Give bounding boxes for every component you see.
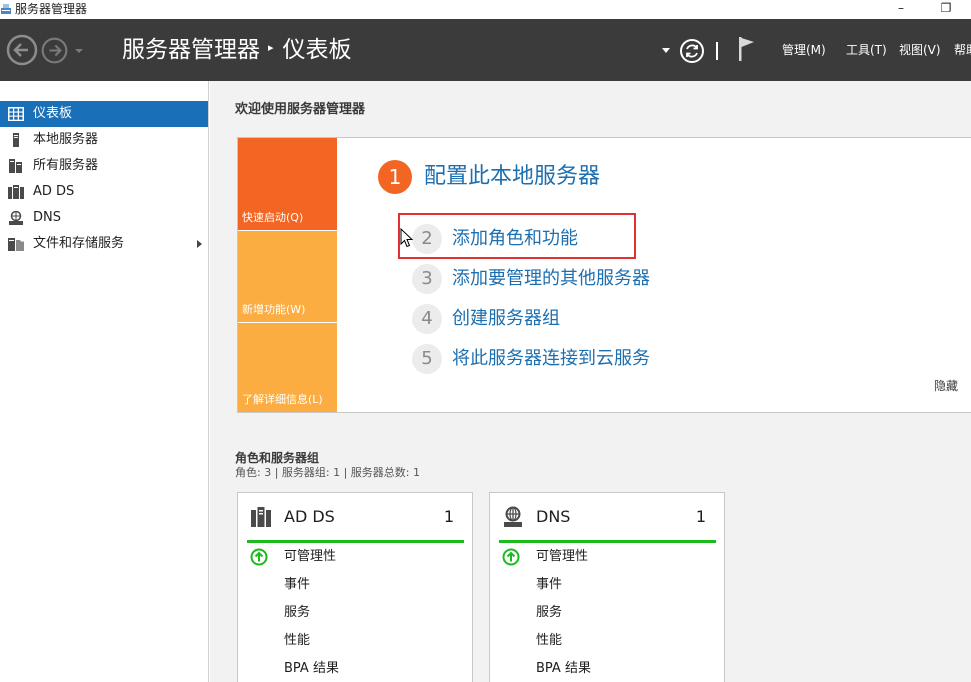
tab-label: 了解详细信息(L): [242, 393, 323, 406]
step-number: 5: [412, 344, 442, 374]
roles-section-title: 角色和服务器组: [235, 451, 320, 465]
sidebar-item-label: 本地服务器: [33, 132, 99, 147]
header-divider: [716, 42, 718, 60]
step-number: 3: [412, 264, 442, 294]
menu-manage[interactable]: 管理(M): [782, 42, 826, 58]
dns-icon: [9, 211, 23, 225]
hide-quick-start-link[interactable]: 隐藏: [934, 378, 958, 394]
tab-quick-start[interactable]: 快速启动(Q): [238, 138, 337, 230]
dns-icon: [504, 506, 522, 527]
configure-local-server-link[interactable]: 配置此本地服务器: [424, 162, 600, 192]
role-tile-dns[interactable]: DNS 1 可管理性 事件 服务 性能 BPA 结果: [489, 492, 725, 682]
sidebar: 仪表板 本地服务器 所有服务器 AD DS DNS 文件和存储服务: [0, 81, 209, 682]
server-manager-app-icon: [1, 4, 11, 14]
title-bar: 服务器管理器 – ❐: [0, 0, 971, 19]
ad-ds-icon: [251, 507, 271, 527]
menu-tools[interactable]: 工具(T): [846, 42, 887, 58]
breadcrumb-page: 仪表板: [282, 37, 352, 63]
dashboard-grid-icon: [8, 107, 24, 121]
tile-row-performance[interactable]: 性能: [284, 633, 310, 649]
window-title: 服务器管理器: [15, 2, 88, 16]
server-manager-window: 服务器管理器 – ❐ 服务器管理器 ▸ 仪表板 管理(M) 工具(T) 视图(V…: [0, 0, 971, 682]
expand-arrow-icon[interactable]: [197, 240, 202, 248]
refresh-icon[interactable]: [679, 38, 705, 64]
ad-ds-icon: [8, 185, 24, 199]
breadcrumb: 服务器管理器 ▸ 仪表板: [122, 35, 352, 66]
status-bar: [499, 540, 716, 543]
tile-count: 1: [695, 507, 706, 526]
forward-arrow-icon[interactable]: [41, 37, 68, 64]
server-icon: [13, 133, 19, 147]
sidebar-item-label: 仪表板: [33, 106, 73, 121]
role-tile-ad-ds[interactable]: AD DS 1 可管理性 事件 服务 性能 BPA 结果: [237, 492, 473, 682]
welcome-title: 欢迎使用服务器管理器: [235, 102, 366, 117]
tile-name: DNS: [536, 507, 571, 526]
sidebar-item-label: 所有服务器: [33, 158, 99, 173]
tile-row-bpa[interactable]: BPA 结果: [536, 661, 591, 677]
tab-label: 快速启动(Q): [242, 211, 304, 224]
sidebar-item-local-server[interactable]: 本地服务器: [0, 127, 208, 153]
refresh-dropdown-icon[interactable]: [662, 48, 670, 54]
minimize-button[interactable]: –: [886, 0, 916, 19]
servers-icon: [9, 159, 22, 173]
add-servers-link[interactable]: 添加要管理的其他服务器: [452, 266, 650, 292]
status-bar: [247, 540, 464, 543]
back-arrow-icon[interactable]: [6, 34, 38, 66]
sidebar-item-label: 文件和存储服务: [33, 236, 125, 251]
sidebar-item-all-servers[interactable]: 所有服务器: [0, 153, 208, 179]
highlight-annotation-box: [398, 213, 636, 259]
tab-learn-more[interactable]: 了解详细信息(L): [238, 323, 337, 412]
quick-start-panel: 快速启动(Q) 新增功能(W) 了解详细信息(L) 1 配置此本地服务器 2 添…: [237, 137, 971, 413]
sidebar-item-label: DNS: [33, 210, 61, 225]
restore-button[interactable]: ❐: [931, 0, 961, 19]
sidebar-item-dns[interactable]: DNS: [0, 205, 208, 231]
breadcrumb-separator-icon: ▸: [268, 40, 274, 54]
tile-row-events[interactable]: 事件: [284, 577, 310, 593]
sidebar-item-label: AD DS: [33, 184, 75, 199]
dashboard-main: 欢迎使用服务器管理器 快速启动(Q) 新增功能(W) 了解详细信息(L) 1 配…: [210, 81, 971, 682]
sidebar-item-dashboard[interactable]: 仪表板: [0, 101, 208, 127]
tile-row-performance[interactable]: 性能: [536, 633, 562, 649]
tile-row-services[interactable]: 服务: [536, 605, 562, 621]
connect-cloud-link[interactable]: 将此服务器连接到云服务: [452, 346, 650, 372]
tile-count: 1: [443, 507, 454, 526]
create-server-group-link[interactable]: 创建服务器组: [452, 306, 560, 332]
mouse-cursor-icon: [400, 228, 414, 248]
step-number: 4: [412, 304, 442, 334]
tab-label: 新增功能(W): [242, 303, 306, 316]
menu-view[interactable]: 视图(V): [899, 42, 941, 58]
roles-summary: 角色: 3 | 服务器组: 1 | 服务器总数: 1: [235, 466, 421, 479]
menu-help[interactable]: 帮助: [954, 42, 971, 58]
tile-row-manageability[interactable]: 可管理性: [536, 549, 588, 565]
sidebar-item-file-storage[interactable]: 文件和存储服务: [0, 231, 208, 257]
manageability-ok-icon: [502, 548, 520, 566]
tile-row-bpa[interactable]: BPA 结果: [284, 661, 339, 677]
tab-whats-new[interactable]: 新增功能(W): [238, 231, 337, 322]
tile-row-manageability[interactable]: 可管理性: [284, 549, 336, 565]
sidebar-item-ad-ds[interactable]: AD DS: [0, 179, 208, 205]
step-number-badge: 1: [378, 160, 412, 194]
header-bar: 服务器管理器 ▸ 仪表板 管理(M) 工具(T) 视图(V) 帮助: [0, 19, 971, 81]
manageability-ok-icon: [250, 548, 268, 566]
notifications-flag-icon[interactable]: [737, 36, 757, 62]
tile-name: AD DS: [284, 507, 335, 526]
tile-row-events[interactable]: 事件: [536, 577, 562, 593]
history-dropdown-icon[interactable]: [74, 47, 84, 55]
storage-icon: [8, 238, 24, 251]
tile-row-services[interactable]: 服务: [284, 605, 310, 621]
breadcrumb-app[interactable]: 服务器管理器: [122, 37, 260, 63]
